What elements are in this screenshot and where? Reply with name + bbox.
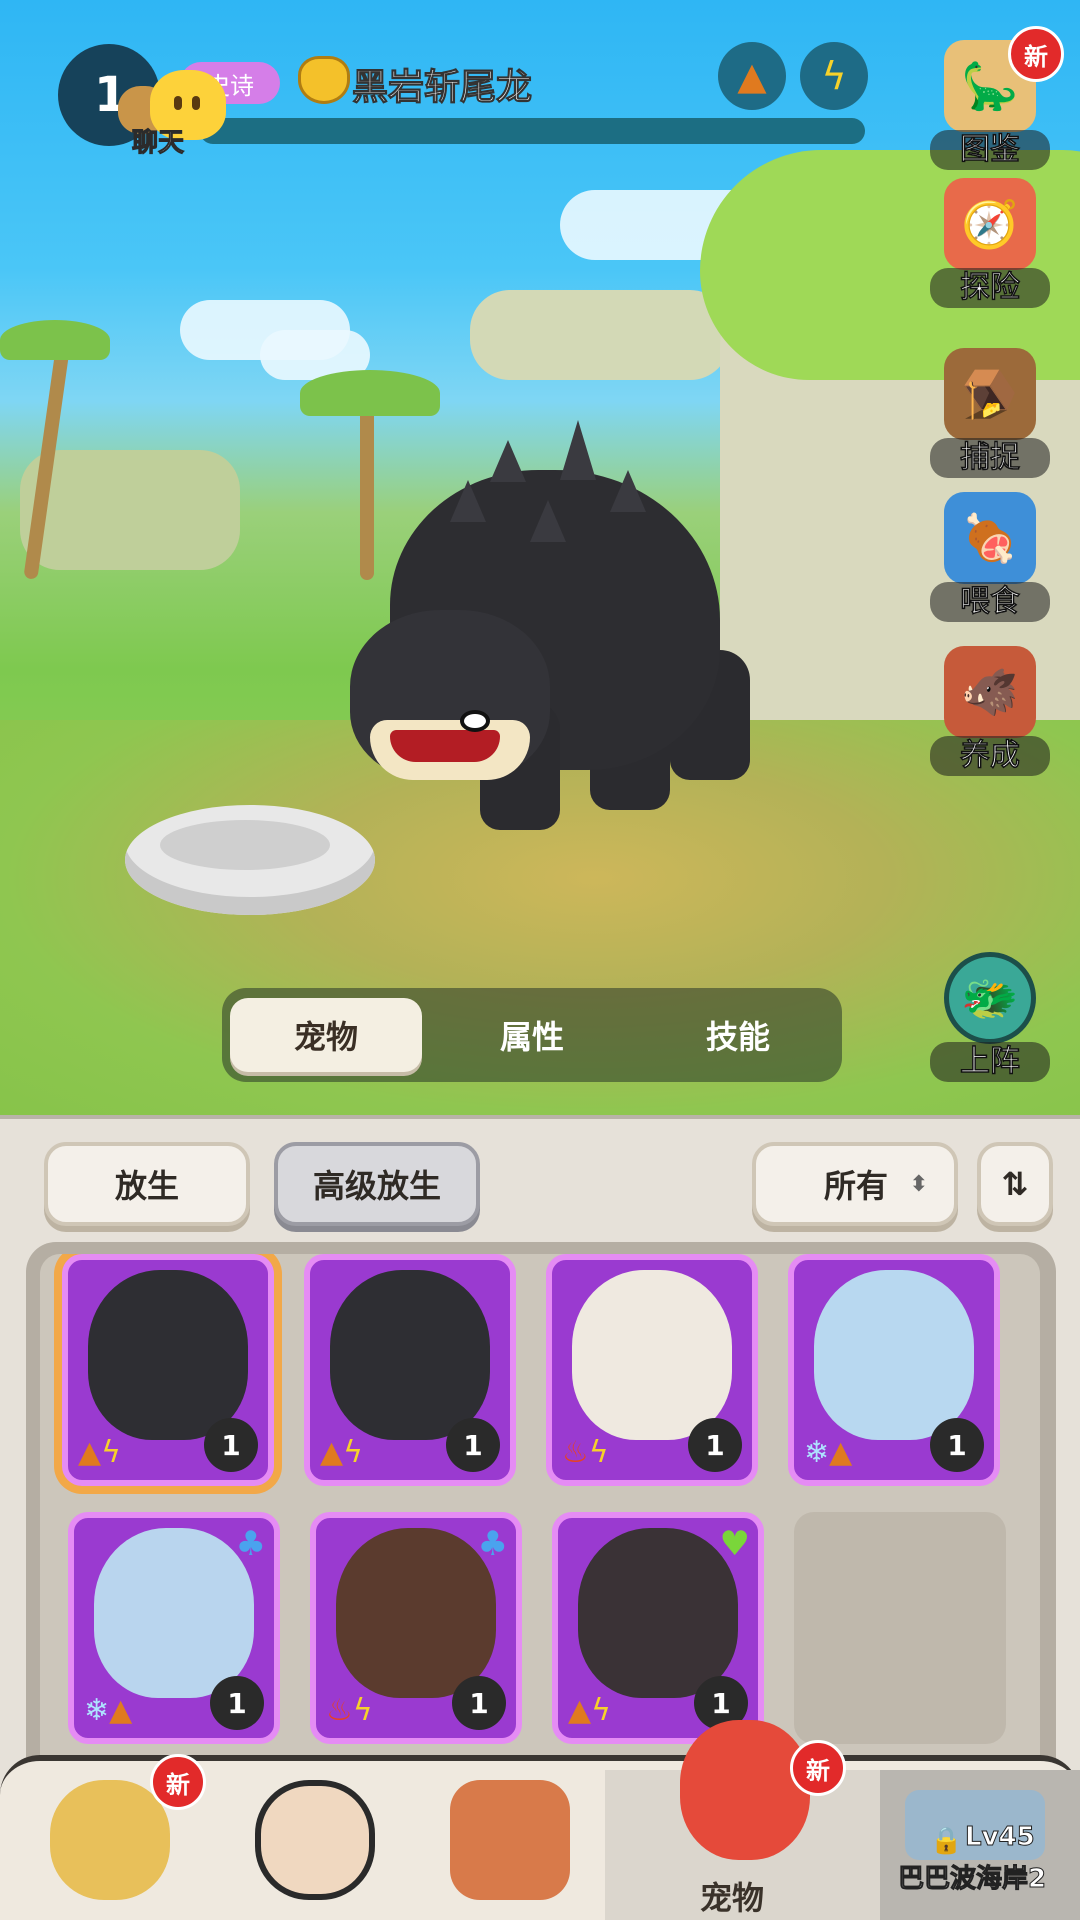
pet-card[interactable]: ♨ϟ 1 (546, 1254, 758, 1486)
tab-skills[interactable]: 技能 (642, 998, 834, 1072)
pet-name: 黑岩斩尾龙 (351, 67, 533, 109)
side-item-train[interactable]: 🐗 养成 (930, 646, 1050, 776)
side-item-codex[interactable]: 🦕 图鉴 新 (930, 26, 1064, 170)
type-icons: ♨ϟ (326, 1693, 373, 1728)
type-icons: ❄▲ (804, 1435, 853, 1470)
release-button[interactable]: 放生 (44, 1142, 250, 1226)
filter-dropdown[interactable]: 所有 ⬍ (752, 1142, 958, 1226)
side-item-deploy[interactable]: 🐲 上阵 (930, 952, 1050, 1082)
pet-count: 1 (452, 1676, 506, 1730)
cage-icon: 🪤 (944, 348, 1036, 440)
side-item-label: 探险 (930, 268, 1050, 308)
lightning-icon[interactable]: ϟ (800, 42, 868, 110)
chevron-updown-icon: ⬍ (909, 1171, 928, 1197)
heal-icon: ♥ (719, 1524, 750, 1564)
pet-card[interactable]: ♣ ♨ϟ 1 (310, 1512, 522, 1744)
water-icon: ♣ (235, 1524, 266, 1564)
type-icons: ▲ϟ (568, 1693, 611, 1728)
totem-icon (450, 1780, 570, 1900)
map-level: Lv45 (965, 1822, 1036, 1853)
new-badge: 新 (1008, 26, 1064, 82)
map-name[interactable]: 巴巴波海岸2 (897, 1858, 1046, 1895)
pet-count: 1 (446, 1418, 500, 1472)
type-icons: ❄▲ (84, 1693, 133, 1728)
pet-scene (0, 0, 1080, 1115)
nav-pets[interactable]: 新 (640, 1700, 846, 1860)
dino-spike (490, 440, 526, 482)
pet-portrait (330, 1270, 490, 1440)
new-badge: 新 (150, 1754, 206, 1810)
pet-grid: ▲ϟ 1 ▲ϟ 1 ♨ϟ 1 ❄▲ 1 ♣ ❄▲ 1 ♣ ♨ϟ 1 ♥ ▲ϟ 1 (40, 1254, 1040, 1764)
chat-label[interactable]: 聊天 (131, 122, 184, 159)
pet-portrait (572, 1270, 732, 1440)
side-item-feed[interactable]: 🍖 喂食 (930, 492, 1050, 622)
dino-spike (610, 470, 646, 512)
filter-label: 所有 (824, 1167, 889, 1205)
hero-icon (255, 1780, 375, 1900)
side-item-label: 捕捉 (930, 438, 1050, 478)
dino-spike (450, 480, 486, 522)
pet-count: 1 (930, 1418, 984, 1472)
type-icons: ♨ϟ (562, 1435, 609, 1470)
exp-bar (200, 118, 865, 144)
food-bowl-inner (160, 820, 330, 870)
nav-pets-label[interactable]: 宠物 (700, 1873, 764, 1919)
background-rock (20, 450, 240, 570)
pet-card[interactable]: ♣ ❄▲ 1 (68, 1512, 280, 1744)
pet-card[interactable]: ▲ϟ 1 (304, 1254, 516, 1486)
feed-icon: 🍖 (944, 492, 1036, 584)
mountain-icon[interactable]: ▲ (718, 42, 786, 110)
side-item-label: 养成 (930, 736, 1050, 776)
pet-portrait (88, 1270, 248, 1440)
side-item-label: 图鉴 (930, 130, 1050, 170)
pet-count: 1 (210, 1676, 264, 1730)
side-item-capture[interactable]: 🪤 捕捉 (930, 348, 1050, 478)
pet-count: 1 (688, 1418, 742, 1472)
pet-card[interactable]: ▲ϟ 1 (62, 1254, 274, 1486)
water-icon: ♣ (477, 1524, 508, 1564)
dino-spike (560, 420, 596, 480)
pet-portrait (94, 1528, 254, 1698)
pet-portrait (814, 1270, 974, 1440)
pet-portrait (336, 1528, 496, 1698)
tribe-icon (50, 1780, 170, 1900)
pet-count: 1 (204, 1418, 258, 1472)
type-icons: ▲ϟ (320, 1435, 363, 1470)
tab-attributes[interactable]: 属性 (436, 998, 628, 1072)
background-rock (470, 290, 730, 380)
scene-tabs: 宠物 属性 技能 (222, 988, 842, 1082)
dino-mouth (390, 730, 500, 762)
train-icon: 🐗 (944, 646, 1036, 738)
pet-rank-icon (298, 56, 350, 104)
adventure-icon: 🧭 (944, 178, 1036, 270)
deploy-icon: 🐲 (944, 952, 1036, 1044)
tab-pet[interactable]: 宠物 (230, 998, 422, 1072)
nav-hero[interactable] (225, 1760, 395, 1920)
pet-model[interactable] (330, 410, 800, 880)
new-badge: 新 (790, 1740, 846, 1796)
dino-spike (530, 500, 566, 542)
pet-portrait (578, 1528, 738, 1698)
lock-icon: 🔒 (930, 1826, 963, 1856)
side-item-adventure[interactable]: 🧭 探险 (930, 178, 1050, 308)
type-icons: ▲ϟ (78, 1435, 121, 1470)
pet-card[interactable]: ❄▲ 1 (788, 1254, 1000, 1486)
side-item-label: 上阵 (930, 1042, 1050, 1082)
nav-totem[interactable] (420, 1760, 590, 1920)
side-item-label: 喂食 (930, 582, 1050, 622)
sort-icon[interactable]: ⇅ (977, 1142, 1053, 1226)
advanced-release-button[interactable]: 高级放生 (274, 1142, 480, 1226)
pet-egg-icon (680, 1720, 810, 1860)
dino-eye (460, 710, 490, 732)
palm-leaf (0, 320, 110, 360)
nav-tribe[interactable]: 新 (20, 1754, 206, 1920)
